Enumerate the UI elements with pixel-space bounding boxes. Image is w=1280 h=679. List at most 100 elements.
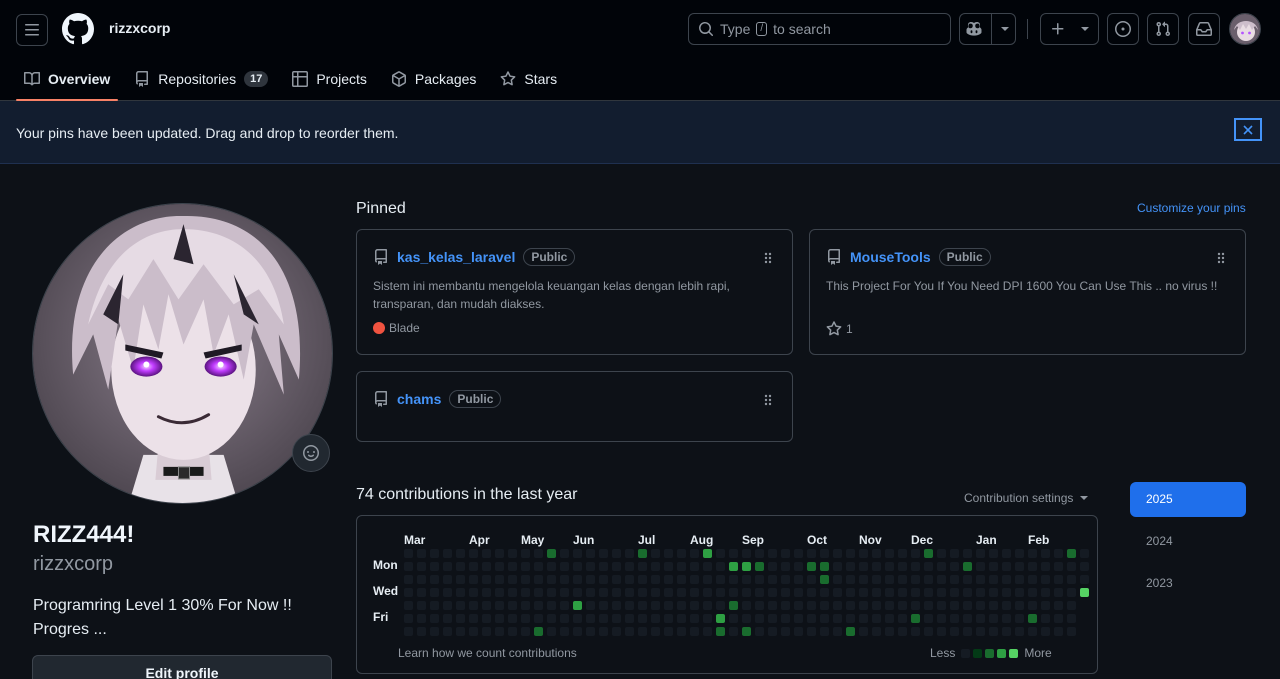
contribution-day-cell[interactable] bbox=[664, 562, 673, 571]
contribution-day-cell[interactable] bbox=[716, 601, 725, 610]
contribution-day-cell[interactable] bbox=[469, 562, 478, 571]
contribution-day-cell[interactable] bbox=[768, 601, 777, 610]
contribution-day-cell[interactable] bbox=[430, 549, 439, 558]
contribution-day-cell[interactable] bbox=[495, 575, 504, 584]
contribution-day-cell[interactable] bbox=[573, 575, 582, 584]
contribution-day-cell[interactable] bbox=[1080, 575, 1089, 584]
contribution-day-cell[interactable] bbox=[1041, 549, 1050, 558]
contribution-day-cell[interactable] bbox=[573, 549, 582, 558]
contribution-day-cell[interactable] bbox=[911, 614, 920, 623]
contribution-day-cell[interactable] bbox=[716, 575, 725, 584]
contribution-day-cell[interactable] bbox=[690, 575, 699, 584]
contribution-day-cell[interactable] bbox=[1067, 601, 1076, 610]
contribution-day-cell[interactable] bbox=[885, 601, 894, 610]
contribution-day-cell[interactable] bbox=[417, 575, 426, 584]
contribution-day-cell[interactable] bbox=[1002, 588, 1011, 597]
contribution-day-cell[interactable] bbox=[963, 549, 972, 558]
contribution-day-cell[interactable] bbox=[1067, 614, 1076, 623]
contribution-day-cell[interactable] bbox=[560, 562, 569, 571]
contribution-day-cell[interactable] bbox=[703, 575, 712, 584]
contribution-day-cell[interactable] bbox=[989, 575, 998, 584]
contribution-day-cell[interactable] bbox=[703, 614, 712, 623]
contribution-day-cell[interactable] bbox=[586, 562, 595, 571]
tab-stars[interactable]: Stars bbox=[492, 62, 565, 95]
contribution-day-cell[interactable] bbox=[885, 588, 894, 597]
contribution-day-cell[interactable] bbox=[495, 627, 504, 636]
contribution-day-cell[interactable] bbox=[963, 575, 972, 584]
contribution-day-cell[interactable] bbox=[716, 614, 725, 623]
contribution-day-cell[interactable] bbox=[495, 549, 504, 558]
contribution-day-cell[interactable] bbox=[560, 627, 569, 636]
contribution-day-cell[interactable] bbox=[521, 575, 530, 584]
contribution-day-cell[interactable] bbox=[690, 562, 699, 571]
contribution-day-cell[interactable] bbox=[885, 549, 894, 558]
year-link[interactable]: 2025 bbox=[1130, 482, 1246, 517]
contribution-day-cell[interactable] bbox=[794, 575, 803, 584]
contribution-day-cell[interactable] bbox=[833, 575, 842, 584]
contribution-day-cell[interactable] bbox=[1067, 562, 1076, 571]
contribution-day-cell[interactable] bbox=[833, 588, 842, 597]
contribution-day-cell[interactable] bbox=[443, 562, 452, 571]
contribution-day-cell[interactable] bbox=[729, 614, 738, 623]
contribution-day-cell[interactable] bbox=[820, 627, 829, 636]
contribution-day-cell[interactable] bbox=[1067, 575, 1076, 584]
contribution-day-cell[interactable] bbox=[456, 614, 465, 623]
contribution-day-cell[interactable] bbox=[924, 614, 933, 623]
contribution-day-cell[interactable] bbox=[950, 588, 959, 597]
contribution-day-cell[interactable] bbox=[677, 614, 686, 623]
contribution-day-cell[interactable] bbox=[1041, 575, 1050, 584]
contribution-day-cell[interactable] bbox=[638, 575, 647, 584]
contribution-day-cell[interactable] bbox=[989, 549, 998, 558]
contribution-day-cell[interactable] bbox=[482, 588, 491, 597]
contribution-day-cell[interactable] bbox=[599, 562, 608, 571]
contribution-day-cell[interactable] bbox=[573, 627, 582, 636]
contribution-day-cell[interactable] bbox=[534, 614, 543, 623]
contribution-day-cell[interactable] bbox=[651, 549, 660, 558]
pull-requests-button[interactable] bbox=[1147, 13, 1179, 45]
contribution-day-cell[interactable] bbox=[1041, 627, 1050, 636]
contribution-day-cell[interactable] bbox=[612, 562, 621, 571]
contribution-day-cell[interactable] bbox=[638, 549, 647, 558]
contribution-day-cell[interactable] bbox=[976, 562, 985, 571]
contribution-day-cell[interactable] bbox=[781, 614, 790, 623]
contribution-day-cell[interactable] bbox=[560, 575, 569, 584]
contribution-day-cell[interactable] bbox=[1028, 575, 1037, 584]
contribution-day-cell[interactable] bbox=[1054, 588, 1063, 597]
contribution-day-cell[interactable] bbox=[430, 627, 439, 636]
contribution-day-cell[interactable] bbox=[768, 549, 777, 558]
contribution-day-cell[interactable] bbox=[742, 627, 751, 636]
contribution-day-cell[interactable] bbox=[976, 614, 985, 623]
contribution-day-cell[interactable] bbox=[898, 575, 907, 584]
contribution-day-cell[interactable] bbox=[768, 575, 777, 584]
contribution-day-cell[interactable] bbox=[625, 588, 634, 597]
contribution-day-cell[interactable] bbox=[417, 562, 426, 571]
contribution-day-cell[interactable] bbox=[573, 588, 582, 597]
contribution-day-cell[interactable] bbox=[781, 627, 790, 636]
contribution-day-cell[interactable] bbox=[911, 562, 920, 571]
contribution-day-cell[interactable] bbox=[1028, 562, 1037, 571]
contribution-day-cell[interactable] bbox=[508, 562, 517, 571]
contribution-day-cell[interactable] bbox=[495, 601, 504, 610]
contribution-day-cell[interactable] bbox=[703, 588, 712, 597]
menu-button[interactable] bbox=[16, 14, 48, 46]
contribution-day-cell[interactable] bbox=[404, 575, 413, 584]
contribution-day-cell[interactable] bbox=[1002, 627, 1011, 636]
contribution-day-cell[interactable] bbox=[638, 601, 647, 610]
contribution-day-cell[interactable] bbox=[508, 575, 517, 584]
contribution-day-cell[interactable] bbox=[404, 601, 413, 610]
contribution-day-cell[interactable] bbox=[976, 575, 985, 584]
contribution-day-cell[interactable] bbox=[820, 588, 829, 597]
contribution-day-cell[interactable] bbox=[1002, 549, 1011, 558]
contribution-day-cell[interactable] bbox=[950, 575, 959, 584]
contribution-day-cell[interactable] bbox=[729, 601, 738, 610]
contribution-day-cell[interactable] bbox=[560, 549, 569, 558]
contribution-day-cell[interactable] bbox=[885, 627, 894, 636]
contribution-day-cell[interactable] bbox=[963, 601, 972, 610]
repo-link[interactable]: MouseTools bbox=[850, 249, 931, 265]
contribution-day-cell[interactable] bbox=[534, 627, 543, 636]
contribution-day-cell[interactable] bbox=[898, 601, 907, 610]
contribution-day-cell[interactable] bbox=[1015, 549, 1024, 558]
contribution-day-cell[interactable] bbox=[690, 614, 699, 623]
contribution-day-cell[interactable] bbox=[820, 562, 829, 571]
contribution-day-cell[interactable] bbox=[807, 549, 816, 558]
